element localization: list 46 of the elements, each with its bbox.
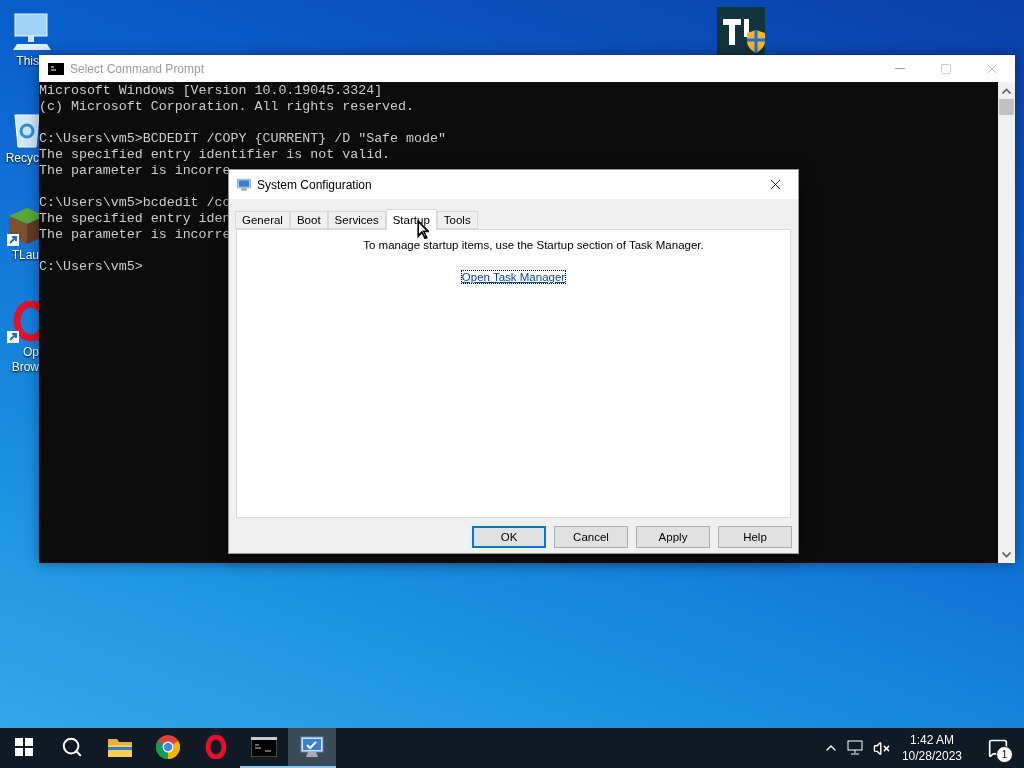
console-line: The specified entry identifier is not valid.: [39, 147, 391, 162]
dialog-button[interactable]: Cancel: [554, 526, 628, 548]
monitor-check-icon: [300, 736, 324, 758]
volume-muted-icon[interactable]: [872, 739, 890, 757]
taskbar-app-button[interactable]: [288, 728, 336, 768]
window-title: Select Command Prompt: [70, 61, 205, 76]
desktop-icon-label: TLau: [11, 248, 39, 263]
desktop-icon-label: Recyc: [5, 151, 39, 166]
clock[interactable]: 1:42 AM 10/28/2023: [901, 732, 962, 764]
scroll-up-icon[interactable]: [1002, 87, 1011, 94]
monitor-check-icon: [237, 177, 251, 192]
dialog-button[interactable]: Apply: [636, 526, 710, 548]
task-manager-link[interactable]: Open Task Manager: [461, 271, 566, 283]
dialog-button[interactable]: Help: [718, 526, 792, 548]
network-icon[interactable]: [846, 740, 865, 756]
info-text: To manage startup items, use the Startup section of Task Manager.: [363, 239, 704, 251]
console-line: The parameter is incorre: [39, 163, 231, 179]
notification-icon: [988, 738, 1008, 758]
notifications-button[interactable]: 1: [980, 728, 1016, 768]
desktop-icon-label: Brow: [11, 360, 39, 375]
dialog-button[interactable]: OK: [472, 526, 546, 548]
console-icon: [251, 737, 277, 757]
dialog-title: System Configuration: [257, 177, 372, 192]
scrollbar-thumb[interactable]: [999, 99, 1014, 115]
tab[interactable]: Tools: [436, 211, 478, 229]
folder-icon: [108, 737, 132, 757]
search-icon: [61, 736, 83, 758]
maximize-icon: [940, 62, 952, 75]
tab[interactable]: Boot: [289, 211, 328, 229]
desktop-icon-label: This: [16, 54, 39, 69]
desktop-icon-label: Op: [23, 345, 39, 360]
console-line: (c) Microsoft Corporation. All rights reserved.: [39, 99, 415, 115]
scroll-down-icon[interactable]: [1002, 551, 1011, 558]
ring-logo-icon: [205, 735, 227, 759]
console-line: Microsoft Windows [Version 10.0.19045.3324]: [39, 83, 383, 99]
windows-logo-icon: [15, 738, 33, 756]
minimize-icon: [895, 68, 905, 69]
console-line: C:\Users\vm5>BCDEDIT /COPY {CURRENT} /D "Safe mode": [39, 131, 446, 147]
console-line: The parameter is incorre: [39, 227, 231, 243]
tab[interactable]: Services: [327, 211, 386, 229]
console-app-icon: [48, 62, 64, 75]
tab[interactable]: General: [235, 211, 290, 229]
chrome-icon: [156, 735, 180, 759]
console-line: C:\Users\vm5>: [39, 259, 143, 275]
ring-logo-icon[interactable]: [5, 301, 39, 345]
shield-app-icon[interactable]: [717, 7, 765, 55]
